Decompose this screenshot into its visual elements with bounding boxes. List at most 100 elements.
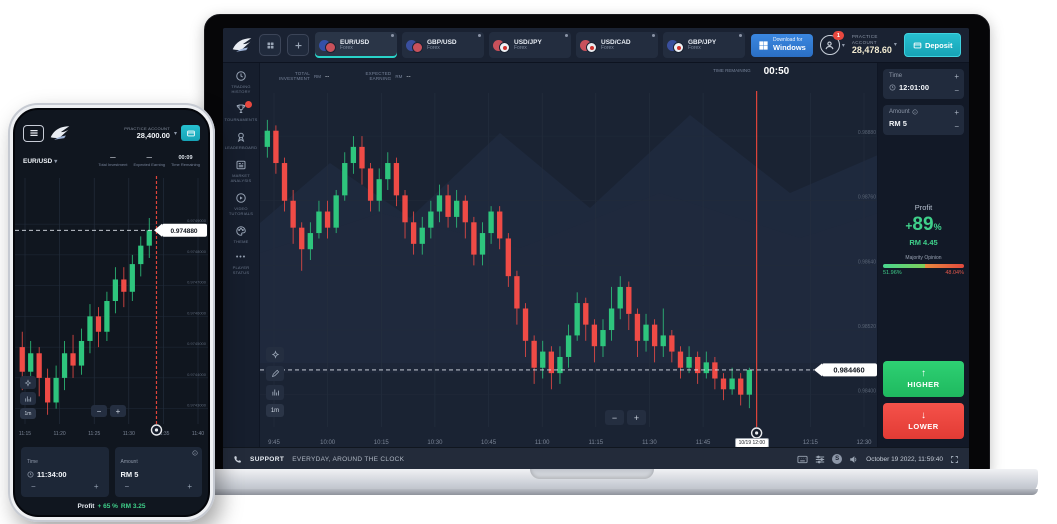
amount-increase-button[interactable]: + <box>954 109 959 117</box>
time-remaining-label: TIME REMAINING <box>709 68 751 73</box>
phone-deposit-button[interactable] <box>181 125 200 141</box>
sidebar-item-label: PLAYER STATUS <box>224 265 258 275</box>
sidebar-item-player-status[interactable]: ••• PLAYER STATUS <box>224 253 258 275</box>
support-tagline: EVERYDAY, AROUND THE CLOCK <box>292 456 404 463</box>
price-chart[interactable]: 11:1511:2011:2511:3011:3511:400.97490000… <box>15 170 208 440</box>
majority-down-percent: 48.04% <box>945 270 964 276</box>
zoom-in-button[interactable]: + <box>110 405 126 417</box>
sidebar-item-trading-history[interactable]: TRADING HISTORY <box>224 70 258 94</box>
amount-increase-button[interactable]: + <box>187 482 192 491</box>
zoom-in-button[interactable]: + <box>627 410 646 425</box>
menu-button[interactable] <box>23 125 44 142</box>
status-s-badge[interactable]: S <box>832 454 842 464</box>
zoom-out-button[interactable]: − <box>605 410 624 425</box>
amount-decrease-button[interactable]: − <box>125 482 130 491</box>
svg-text:0.98880: 0.98880 <box>858 130 876 136</box>
time-increase-button[interactable]: + <box>94 482 99 491</box>
majority-opinion: Majority Opinion 51.96% 48.04% <box>883 255 964 276</box>
lower-button[interactable]: ↓ LOWER <box>883 403 964 439</box>
sidebar-item-video-tutorials[interactable]: VIDEO TUTORIALS <box>224 192 258 216</box>
tab-market-label: Forex <box>340 46 369 52</box>
sidebar-item-theme[interactable]: THEME <box>224 225 258 244</box>
svg-text:12:30: 12:30 <box>856 440 872 446</box>
time-decrease-button[interactable]: − <box>31 482 36 491</box>
clock-icon <box>889 84 896 91</box>
dots-icon: ••• <box>236 253 246 263</box>
svg-text:10:30: 10:30 <box>427 440 443 446</box>
card-icon <box>913 41 922 50</box>
time-increase-button[interactable]: + <box>954 73 959 81</box>
phone-amount-value: RM 5 <box>121 470 139 479</box>
sidebar-item-tournaments[interactable]: TOURNAMENTS <box>224 103 258 122</box>
add-asset-button[interactable] <box>287 34 309 56</box>
asset-tab-usd-jpy[interactable]: USD/JPYForex <box>489 32 571 58</box>
chart-type-button[interactable] <box>20 392 36 405</box>
svg-text:0.9747000: 0.9747000 <box>187 280 207 285</box>
zoom-controls: − + <box>605 410 646 425</box>
sidebar-item-label: TRADING HISTORY <box>224 84 258 94</box>
svg-text:9:45: 9:45 <box>268 440 280 446</box>
deposit-button[interactable]: Deposit <box>904 33 962 57</box>
sidebar-item-label: MARKET ANALYSIS <box>224 173 258 183</box>
asset-tab-usd-cad[interactable]: USD/CADForex <box>576 32 658 58</box>
currency-flags-icon <box>493 39 510 52</box>
fullscreen-icon[interactable] <box>950 455 959 464</box>
person-icon <box>824 40 835 51</box>
svg-text:0.9749000: 0.9749000 <box>187 218 207 223</box>
chart-toolbar: 1m <box>266 347 284 417</box>
settings-sliders-icon[interactable] <box>815 455 825 464</box>
chart-region: 9:4510:0010:1510:3010:4511:0011:1511:301… <box>260 63 877 447</box>
price-chart[interactable]: 9:4510:0010:1510:3010:4511:0011:1511:301… <box>260 63 877 447</box>
brand-logo-icon <box>49 124 71 142</box>
timeframe-button[interactable]: 1m <box>266 404 284 417</box>
close-tab-icon[interactable] <box>565 34 568 37</box>
time-decrease-button[interactable]: − <box>954 87 959 95</box>
asset-tab-eur-usd[interactable]: EUR/USDForex <box>315 32 397 58</box>
close-tab-icon[interactable] <box>739 34 742 37</box>
svg-text:0.98400: 0.98400 <box>858 389 876 395</box>
svg-text:10:00: 10:00 <box>320 440 336 446</box>
svg-text:11:15: 11:15 <box>589 440 604 446</box>
drawing-tool-button[interactable] <box>266 366 284 381</box>
svg-text:0.9746000: 0.9746000 <box>187 310 207 315</box>
download-line2: Windows <box>773 44 806 52</box>
news-icon <box>235 159 247 171</box>
phone-expected-earning: — Expected Earning <box>133 155 165 167</box>
indicators-button[interactable] <box>20 376 36 389</box>
close-tab-icon[interactable] <box>652 34 655 37</box>
svg-text:0.98640: 0.98640 <box>858 259 876 265</box>
asset-grid-button[interactable] <box>259 34 281 56</box>
close-tab-icon[interactable] <box>391 34 394 37</box>
phone-profit-percent: + 65 % <box>97 503 117 510</box>
sidebar-item-leaderboard[interactable]: LEADERBOARD <box>224 131 258 150</box>
keyboard-icon[interactable] <box>797 455 808 464</box>
time-value: 12:01:00 <box>899 83 929 92</box>
svg-text:12:15: 12:15 <box>803 440 819 446</box>
chart-type-button[interactable] <box>266 385 284 400</box>
timeframe-button[interactable]: 1m <box>20 408 36 419</box>
phone-account-switcher[interactable]: PRACTICE ACCOUNT 28,400.00 <box>124 126 170 140</box>
zoom-out-button[interactable]: − <box>91 405 107 417</box>
down-arrow-icon: ↓ <box>921 411 926 421</box>
amount-decrease-button[interactable]: − <box>954 123 959 131</box>
sound-icon[interactable] <box>849 455 859 464</box>
close-tab-icon[interactable] <box>478 34 481 37</box>
download-windows-button[interactable]: Download for Windows <box>751 34 813 57</box>
profile-menu[interactable]: 1 ▾ <box>820 35 845 55</box>
phone-asset-selector[interactable]: EUR/USD ▾ <box>23 158 57 165</box>
account-switcher[interactable]: PRACTICE ACCOUNT 28,478.60 ▾ <box>852 34 897 56</box>
phone-profit-label: Profit <box>78 503 95 510</box>
higher-button[interactable]: ↑ HIGHER <box>883 361 964 397</box>
notification-badge: 1 <box>833 31 844 40</box>
play-icon <box>235 192 247 204</box>
phone-time-panel: Time 11:34:00 − + <box>21 447 109 497</box>
windows-logo-icon <box>758 40 769 51</box>
asset-tab-gbp-jpy[interactable]: GBP/JPYForex <box>663 32 745 58</box>
profit-label: Profit <box>883 203 964 212</box>
profit-block: Profit +89% RM 4.45 <box>883 203 964 247</box>
support-link[interactable]: SUPPORT <box>250 456 284 463</box>
sidebar-item-market-analysis[interactable]: MARKET ANALYSIS <box>224 159 258 183</box>
expected-earning: EXPECTED EARNING RM -- <box>355 71 410 82</box>
indicators-button[interactable] <box>266 347 284 362</box>
asset-tab-gbp-usd[interactable]: GBP/USDForex <box>402 32 484 58</box>
